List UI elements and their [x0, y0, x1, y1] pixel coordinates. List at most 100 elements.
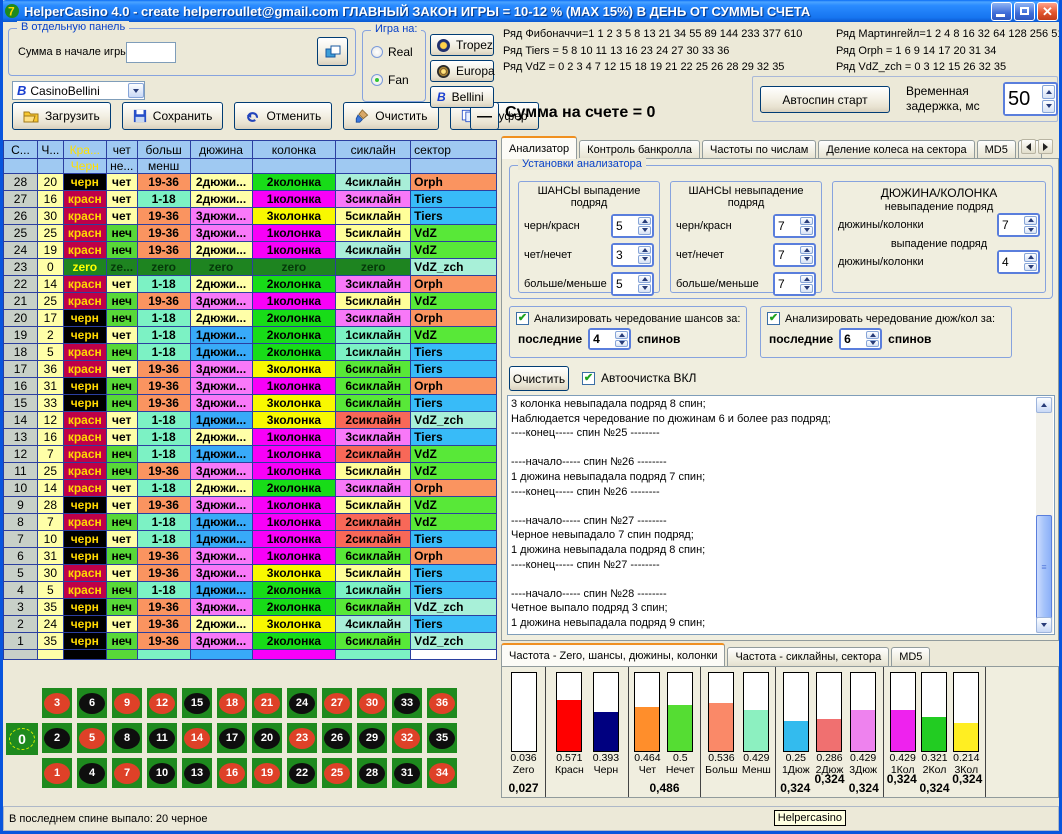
board-cell[interactable]: 8 [112, 723, 142, 753]
frequency-tab-0[interactable]: Частота - Zero, шансы, дюжины, колонки [501, 643, 725, 666]
board-cell[interactable]: 3 [42, 688, 72, 718]
main-tab-4[interactable]: MD5 [977, 140, 1016, 159]
board-cell[interactable]: 7 [112, 758, 142, 788]
main-tab-2[interactable]: Частоты по числам [702, 140, 816, 159]
minimize-button[interactable] [991, 2, 1012, 21]
board-cell[interactable]: 35 [427, 723, 457, 753]
spin-up-button[interactable] [800, 275, 813, 284]
board-cell[interactable]: 34 [427, 758, 457, 788]
board-cell[interactable]: 11 [147, 723, 177, 753]
main-tab-0[interactable]: Анализатор [501, 136, 577, 159]
setting-spinner[interactable]: 7 [773, 272, 816, 296]
board-cell[interactable]: 29 [357, 723, 387, 753]
board-cell[interactable]: 28 [357, 758, 387, 788]
spin-up-button[interactable] [800, 246, 813, 255]
board-cell[interactable]: 4 [77, 758, 107, 788]
board-cell[interactable]: 32 [392, 723, 422, 753]
board-cell[interactable]: 18 [217, 688, 247, 718]
autoclear-checkbox[interactable]: ✔ Автоочистка ВКЛ [582, 371, 696, 385]
casino-select[interactable]: B CasinoBellini [12, 81, 145, 100]
board-cell[interactable]: 15 [182, 688, 212, 718]
title-bar[interactable]: 7 HelperCasino 4.0 - create helperroulle… [0, 0, 1062, 22]
log-scrollbar[interactable]: ≡ [1036, 397, 1053, 633]
board-cell[interactable]: 27 [322, 688, 352, 718]
detach-panel-button[interactable] [317, 37, 348, 66]
setting-spinner[interactable]: 5 [611, 214, 654, 238]
board-cell[interactable]: 33 [392, 688, 422, 718]
board-cell[interactable]: 21 [252, 688, 282, 718]
spin-up-button[interactable] [800, 217, 813, 226]
start-sum-input[interactable] [126, 42, 176, 63]
spinner-value[interactable]: 7 [775, 216, 799, 236]
board-cell[interactable]: 19 [252, 758, 282, 788]
dozens-spins-spinner[interactable]: 6 [839, 328, 882, 350]
frequency-tab-1[interactable]: Частота - сиклайны, сектора [727, 647, 889, 666]
alternation-dozens-checkbox[interactable]: ✔ Анализировать чередование дюж/кол за: [767, 312, 1011, 325]
load-button[interactable]: Загрузить [12, 102, 111, 130]
analyzer-log[interactable]: 3 колонка невыпадала подряд 8 спин; Набл… [507, 395, 1055, 635]
board-cell[interactable]: 25 [322, 758, 352, 788]
chances-spins-spinner[interactable]: 4 [588, 328, 631, 350]
spinner-value[interactable]: 5 [613, 216, 637, 236]
spinner-value[interactable]: 3 [613, 245, 637, 265]
maximize-button[interactable] [1014, 2, 1035, 21]
main-tab-3[interactable]: Деление колеса на сектора [818, 140, 974, 159]
spin-up-button[interactable] [638, 275, 651, 284]
board-cell[interactable]: 16 [217, 758, 247, 788]
board-cell[interactable]: 17 [217, 723, 247, 753]
tab-scroll-left-icon[interactable] [1021, 139, 1036, 154]
spin-down-button[interactable] [800, 284, 813, 293]
spin-up-button[interactable] [1042, 85, 1055, 99]
board-cell[interactable]: 6 [77, 688, 107, 718]
board-cell[interactable]: 36 [427, 688, 457, 718]
spin-up-button[interactable] [638, 217, 651, 226]
dozen-hit-spinner[interactable]: 4 [997, 250, 1040, 274]
spin-down-button[interactable] [800, 226, 813, 235]
board-cell[interactable]: 13 [182, 758, 212, 788]
board-cell[interactable]: 10 [147, 758, 177, 788]
board-cell[interactable]: 14 [182, 723, 212, 753]
spin-up-button[interactable] [638, 246, 651, 255]
clear-button[interactable]: Очистить [343, 102, 438, 130]
spinner-value[interactable]: 7 [775, 245, 799, 265]
spinner-value[interactable]: 7 [775, 274, 799, 294]
board-zero[interactable]: 0 [6, 723, 38, 755]
dozen-miss-spinner[interactable]: 7 [997, 213, 1040, 237]
setting-spinner[interactable]: 3 [611, 243, 654, 267]
scroll-down-icon[interactable] [1036, 617, 1052, 633]
casino-button-bellini[interactable]: BBellini [430, 86, 494, 108]
spin-down-button[interactable] [638, 255, 651, 264]
radio-fan[interactable]: Fan [371, 73, 409, 87]
tab-scroll-right-icon[interactable] [1038, 139, 1053, 154]
board-cell[interactable]: 2 [42, 723, 72, 753]
delay-spinner[interactable]: 50 [1003, 82, 1058, 116]
spin-down-button[interactable] [800, 255, 813, 264]
casino-button-tropez[interactable]: Tropez [430, 34, 494, 56]
board-cell[interactable]: 20 [252, 723, 282, 753]
spin-down-button[interactable] [638, 284, 651, 293]
save-button[interactable]: Сохранить [122, 102, 224, 130]
scroll-up-icon[interactable] [1036, 397, 1052, 413]
scroll-thumb[interactable]: ≡ [1036, 515, 1052, 619]
radio-real[interactable]: Real [371, 45, 413, 59]
board-cell[interactable]: 31 [392, 758, 422, 788]
board-cell[interactable]: 12 [147, 688, 177, 718]
frequency-tab-2[interactable]: MD5 [891, 647, 930, 666]
spinner-value[interactable]: 5 [613, 274, 637, 294]
board-cell[interactable]: 5 [77, 723, 107, 753]
casino-button-europa[interactable]: Europa [430, 60, 494, 82]
undo-button[interactable]: Отменить [234, 102, 332, 130]
board-cell[interactable]: 22 [287, 758, 317, 788]
spin-down-button[interactable] [638, 226, 651, 235]
close-button[interactable]: ✕ [1037, 2, 1058, 21]
spin-down-button[interactable] [1042, 100, 1055, 114]
board-cell[interactable]: 9 [112, 688, 142, 718]
board-cell[interactable]: 26 [322, 723, 352, 753]
board-cell[interactable]: 23 [287, 723, 317, 753]
board-cell[interactable]: 30 [357, 688, 387, 718]
delay-value[interactable]: 50 [1005, 84, 1041, 114]
setting-spinner[interactable]: 7 [773, 243, 816, 267]
combo-dropdown-button[interactable] [128, 83, 144, 98]
board-cell[interactable]: 24 [287, 688, 317, 718]
alternation-chances-checkbox[interactable]: ✔ Анализировать чередование шансов за: [516, 312, 746, 325]
